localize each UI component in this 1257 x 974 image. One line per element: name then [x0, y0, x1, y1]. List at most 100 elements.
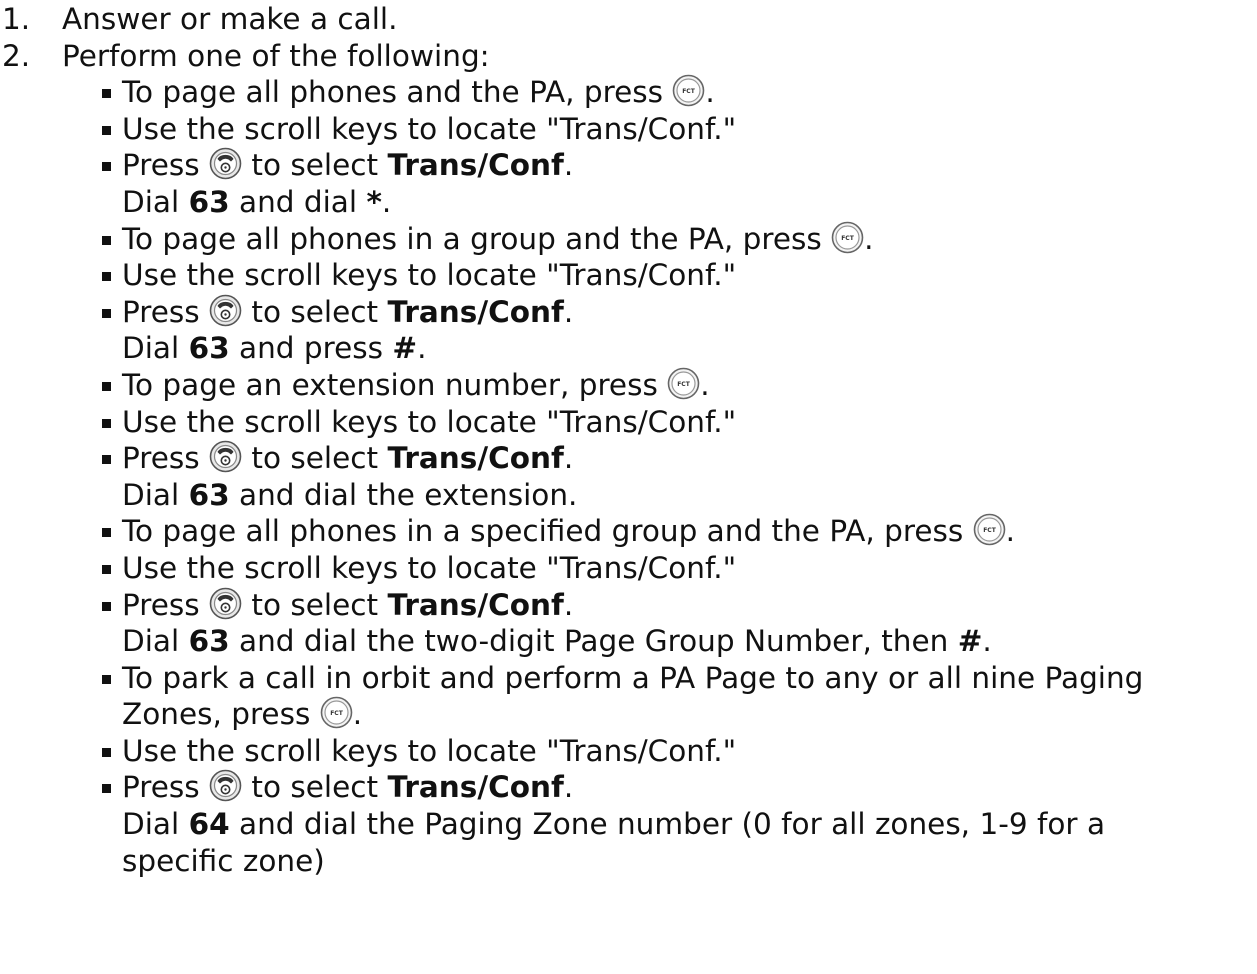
dial-key: # [392, 331, 418, 366]
item-text: Dial [122, 807, 189, 842]
item-text: Use the scroll keys to locate "Trans/Con… [122, 111, 737, 146]
punctuation: . [563, 770, 574, 805]
svg-text:FCT: FCT [983, 527, 997, 534]
item-text: Press [122, 441, 210, 476]
list-item: To page all phones in a group and the PA… [62, 221, 1257, 258]
punctuation: . [1005, 514, 1016, 549]
step-text: Answer or make a call. [62, 2, 398, 36]
list-item: Press to select Trans/Conf. Dial 63 and … [62, 587, 1257, 660]
item-text: Zones, press [122, 697, 320, 732]
item-text: Use the scroll keys to locate "Trans/Con… [122, 733, 737, 768]
bullet-marker [102, 418, 111, 428]
bullet-marker [102, 235, 111, 245]
item-text: To page all phones in a specified group … [122, 514, 973, 549]
svg-text:FCT: FCT [677, 381, 691, 388]
list-item: Use the scroll keys to locate "Trans/Con… [62, 111, 1257, 148]
talk-button-icon [209, 769, 242, 802]
item-text: specific zone) [122, 843, 325, 878]
item-text: Press [122, 148, 210, 183]
item-text: Dial [122, 331, 189, 366]
bullet-marker [102, 308, 111, 318]
item-text: Use the scroll keys to locate "Trans/Con… [122, 258, 737, 293]
item-text: and dial the extension. [229, 477, 578, 512]
step-number: 2. [2, 38, 31, 73]
punctuation: . [705, 75, 715, 110]
step-text: Perform one of the following: [62, 38, 490, 73]
punctuation: . [700, 367, 710, 402]
list-item: Press to select Trans/Conf. Dial 63 and … [62, 440, 1257, 513]
item-text: to select [242, 770, 388, 805]
item-text: Press [122, 294, 210, 329]
fct-button-icon: FCT [672, 74, 705, 107]
item-text: To park a call in orbit and perform a PA… [122, 660, 1144, 695]
step-1: 1. Answer or make a call. [0, 1, 1257, 38]
options-list: To page all phones and the PA, press FCT… [62, 74, 1257, 879]
item-text: and dial the Paging Zone number (0 for a… [229, 807, 1106, 842]
fct-button-icon: FCT [320, 696, 353, 729]
item-text: Press [122, 770, 210, 805]
bullet-marker [102, 601, 111, 611]
instructions-document: 1. Answer or make a call. 2. Perform one… [0, 0, 1257, 879]
list-item: Use the scroll keys to locate "Trans/Con… [62, 257, 1257, 294]
bullet-marker [102, 272, 111, 282]
item-text: and dial the two-digit Page Group Number… [229, 624, 958, 659]
bullet-marker [102, 674, 111, 684]
dial-code: 63 [188, 331, 230, 366]
list-item: Press to select Trans/Conf. Dial 63 and … [62, 294, 1257, 367]
punctuation: . [563, 441, 574, 476]
talk-button-icon [209, 147, 242, 180]
softkey-label: Trans/Conf [387, 148, 564, 183]
dial-key: # [957, 624, 983, 659]
bullet-marker [102, 784, 111, 794]
talk-button-icon [209, 587, 242, 620]
list-item: Use the scroll keys to locate "Trans/Con… [62, 404, 1257, 441]
list-item: Use the scroll keys to locate "Trans/Con… [62, 550, 1257, 587]
bullet-marker [102, 125, 111, 135]
dial-code: 63 [188, 477, 230, 512]
item-text: Dial [122, 624, 189, 659]
fct-button-icon: FCT [973, 513, 1006, 546]
softkey-label: Trans/Conf [387, 587, 564, 622]
item-text: to select [242, 587, 388, 622]
list-item: To park a call in orbit and perform a PA… [62, 660, 1257, 733]
bullet-marker [102, 381, 111, 391]
punctuation: . [417, 331, 427, 366]
item-text: Dial [122, 184, 189, 219]
punctuation: . [563, 294, 574, 329]
dial-code: 63 [188, 624, 230, 659]
item-text: To page an extension number, press [122, 367, 668, 402]
bullet-marker [102, 564, 111, 574]
item-text: To page all phones and the PA, press [122, 75, 673, 110]
item-text: Dial [122, 477, 189, 512]
bullet-marker [102, 89, 111, 99]
talk-button-icon [209, 440, 242, 473]
punctuation: . [563, 587, 574, 622]
step-number: 1. [2, 2, 31, 36]
list-item: Press to select Trans/Conf. Dial 64 and … [62, 769, 1257, 879]
svg-text:FCT: FCT [330, 710, 344, 717]
punctuation: . [864, 221, 874, 256]
item-text: Press [122, 587, 210, 622]
dial-code: 63 [188, 184, 230, 219]
list-item: To page an extension number, press FCT. [62, 367, 1257, 404]
bullet-marker [102, 455, 111, 465]
talk-button-icon [209, 294, 242, 327]
softkey-label: Trans/Conf [387, 441, 564, 476]
bullet-marker [102, 162, 111, 172]
punctuation: . [982, 624, 992, 659]
fct-button-icon: FCT [831, 221, 864, 254]
item-text: and press [229, 331, 393, 366]
item-text: to select [242, 148, 388, 183]
bullet-marker [102, 528, 111, 538]
item-text: and dial [229, 184, 367, 219]
item-text: Use the scroll keys to locate "Trans/Con… [122, 404, 737, 439]
list-item: To page all phones in a specified group … [62, 513, 1257, 550]
list-item: To page all phones and the PA, press FCT… [62, 74, 1257, 111]
svg-text:FCT: FCT [841, 234, 855, 241]
item-text: Use the scroll keys to locate "Trans/Con… [122, 550, 737, 585]
steps-list: 1. Answer or make a call. 2. Perform one… [0, 1, 1257, 879]
list-item: Use the scroll keys to locate "Trans/Con… [62, 733, 1257, 770]
dial-key: * [366, 184, 382, 219]
step-2: 2. Perform one of the following: To page… [0, 38, 1257, 880]
softkey-label: Trans/Conf [387, 294, 564, 329]
